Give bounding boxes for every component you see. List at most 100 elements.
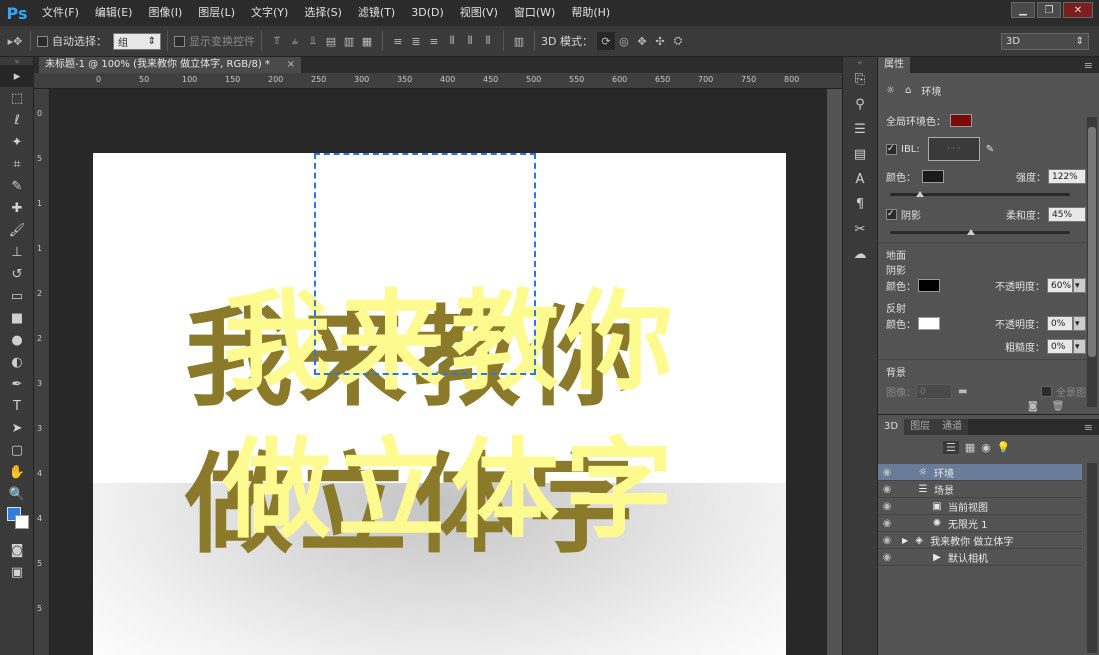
type-tool-icon[interactable]: T — [0, 395, 34, 417]
panorama-checkbox[interactable] — [1041, 386, 1052, 397]
menu-window[interactable]: 窗口(W) — [506, 0, 563, 26]
layer-row[interactable]: ◉ ▶ ◈ 我来教你 做立体字 — [878, 532, 1082, 549]
scene-icon[interactable]: ⌂ — [905, 85, 911, 96]
menu-type[interactable]: 文字(Y) — [243, 0, 296, 26]
move-tool-icon[interactable]: ▸✥ — [6, 32, 24, 50]
shadow-checkbox[interactable]: ✓ — [886, 209, 897, 220]
layer-row[interactable]: ◉ ▣ 当前视图 — [878, 498, 1082, 515]
menu-view[interactable]: 视图(V) — [452, 0, 506, 26]
reflection-swatch[interactable] — [918, 317, 940, 330]
panel-menu-icon[interactable]: ≡ — [1084, 421, 1093, 434]
pen-tool-icon[interactable]: ✒ — [0, 373, 34, 395]
panel-menu-icon[interactable]: ≡ — [1084, 59, 1093, 72]
visibility-eye-icon[interactable]: ◉ — [878, 518, 896, 529]
layer-row[interactable]: ◉ ☰ 场景 — [878, 481, 1082, 498]
distribute-top-icon[interactable]: ≡ — [389, 32, 407, 50]
healing-tool-icon[interactable]: ✚ — [0, 197, 34, 219]
align-left-icon[interactable]: ▤ — [322, 32, 340, 50]
align-hcenter-icon[interactable]: ▥ — [340, 32, 358, 50]
history-icon[interactable]: ⎘ — [843, 67, 877, 92]
adjustments-icon[interactable]: ☰ — [843, 117, 877, 142]
orbit-3d-icon[interactable]: ⟳ — [596, 32, 615, 50]
crop-tool-icon[interactable]: ⌗ — [0, 153, 34, 175]
lasso-tool-icon[interactable]: ℓ — [0, 109, 34, 131]
distribute-hcenter-icon[interactable]: ⦀ — [461, 32, 479, 50]
intensity-field[interactable]: 122% — [1048, 169, 1086, 184]
align-bottom-icon[interactable]: ⫫ — [304, 32, 322, 50]
menu-select[interactable]: 选择(S) — [296, 0, 350, 26]
tab-layers[interactable]: 图层 — [904, 419, 937, 435]
ibl-color-swatch[interactable] — [922, 170, 944, 183]
quick-mask-icon[interactable]: ◙ — [0, 539, 34, 561]
intensity-slider[interactable] — [890, 191, 1070, 197]
properties-scrollbar[interactable] — [1087, 117, 1097, 407]
filter-materials-icon[interactable]: ◉ — [981, 441, 991, 454]
layer-row[interactable]: ◉ ✺ 无限光 1 — [878, 515, 1082, 532]
background-color-swatch[interactable] — [15, 515, 29, 529]
collapse-icon[interactable]: » — [0, 57, 34, 66]
auto-select-checkbox[interactable] — [37, 35, 48, 47]
path-select-tool-icon[interactable]: ➤ — [0, 417, 34, 439]
tab-channels[interactable]: 通道 — [936, 419, 969, 435]
chevron-down-icon[interactable]: ▾ — [1073, 278, 1086, 293]
menu-help[interactable]: 帮助(H) — [563, 0, 618, 26]
3d-panel-scrollbar[interactable] — [1087, 463, 1097, 653]
scrollbar-thumb[interactable] — [1088, 127, 1096, 357]
menu-layer[interactable]: 图层(L) — [190, 0, 243, 26]
slider-handle[interactable] — [916, 191, 924, 197]
roughness-field[interactable]: 0% — [1047, 339, 1073, 354]
folder-icon[interactable]: ▬ — [958, 386, 967, 397]
stamp-tool-icon[interactable]: ⊥ — [0, 241, 34, 263]
layer-row[interactable]: ◉ ☼ 环境 — [878, 464, 1082, 481]
tools-icon[interactable]: ✂ — [843, 217, 877, 242]
slide-3d-icon[interactable]: ✣ — [651, 32, 669, 50]
eraser-tool-icon[interactable]: ▭ — [0, 285, 34, 307]
visibility-eye-icon[interactable]: ◉ — [878, 484, 896, 495]
canvas-area[interactable]: 我来教你 做立体字 我来教你 做立体字 — [50, 89, 827, 655]
slider-handle[interactable] — [967, 229, 975, 235]
ground-shadow-swatch[interactable] — [918, 279, 940, 292]
marquee-tool-icon[interactable]: ⬚ — [0, 87, 34, 109]
zoom-tool-icon[interactable]: 🔍 — [0, 483, 34, 505]
filter-scene-icon[interactable]: ☰ — [943, 441, 959, 454]
close-icon[interactable]: × — [287, 57, 295, 73]
chevron-down-icon[interactable]: ▾ — [1073, 316, 1086, 331]
horizontal-ruler[interactable]: 0 50 100 150 200 250 300 350 400 450 500 550 600 650 7… — [34, 73, 842, 89]
gradient-tool-icon[interactable]: ■ — [0, 307, 34, 329]
document-tab[interactable]: 未标题-1 @ 100% (我来教你 做立体字, RGB/8) * × — [39, 57, 301, 73]
menu-filter[interactable]: 滤镜(T) — [350, 0, 403, 26]
close-button[interactable]: ✕ — [1063, 2, 1093, 18]
screen-mode-icon[interactable]: ▣ — [0, 561, 34, 583]
eyedropper-tool-icon[interactable]: ✎ — [0, 175, 34, 197]
dodge-tool-icon[interactable]: ◐ — [0, 351, 34, 373]
align-right-icon[interactable]: ▦ — [358, 32, 376, 50]
reflection-opacity-field[interactable]: 0% — [1047, 316, 1073, 331]
menu-image[interactable]: 图像(I) — [140, 0, 190, 26]
visibility-eye-icon[interactable]: ◉ — [878, 501, 896, 512]
auto-select-dropdown[interactable]: 组 ⇕ — [113, 32, 161, 50]
properties-icon[interactable]: ▤ — [843, 142, 877, 167]
tab-properties[interactable]: 属性 — [878, 57, 910, 73]
roll-3d-icon[interactable]: ◎ — [615, 32, 633, 50]
auto-align-icon[interactable]: ▥ — [510, 32, 528, 50]
hand-tool-icon[interactable]: ✋ — [0, 461, 34, 483]
distribute-left-icon[interactable]: ⦀ — [443, 32, 461, 50]
environment-icon[interactable]: ☼ — [886, 85, 895, 96]
layer-row[interactable]: ◉ ▶ 默认相机 — [878, 549, 1082, 566]
ibl-checkbox[interactable]: ✓ — [886, 143, 897, 155]
tab-3d[interactable]: 3D — [878, 419, 905, 435]
cloud-icon[interactable]: ☁ — [843, 242, 877, 267]
filter-lights-icon[interactable]: 💡 — [997, 441, 1011, 454]
blur-tool-icon[interactable]: ● — [0, 329, 34, 351]
menu-edit[interactable]: 编辑(E) — [87, 0, 141, 26]
vertical-ruler[interactable]: 0 5 1 1 2 2 3 3 4 4 5 5 — [34, 89, 50, 655]
move-tool-icon[interactable]: ▸ — [0, 65, 34, 87]
scale-3d-icon[interactable]: ⛭ — [669, 32, 687, 50]
ibl-edit-icon[interactable]: ✎ — [986, 144, 994, 155]
menu-3d[interactable]: 3D(D) — [403, 0, 452, 26]
visibility-eye-icon[interactable]: ◉ — [878, 467, 896, 478]
distribute-right-icon[interactable]: ⦀ — [479, 32, 497, 50]
ground-shadow-opacity-field[interactable]: 60% — [1047, 278, 1073, 293]
menu-file[interactable]: 文件(F) — [34, 0, 87, 26]
restore-button[interactable]: ❐ — [1037, 2, 1061, 18]
